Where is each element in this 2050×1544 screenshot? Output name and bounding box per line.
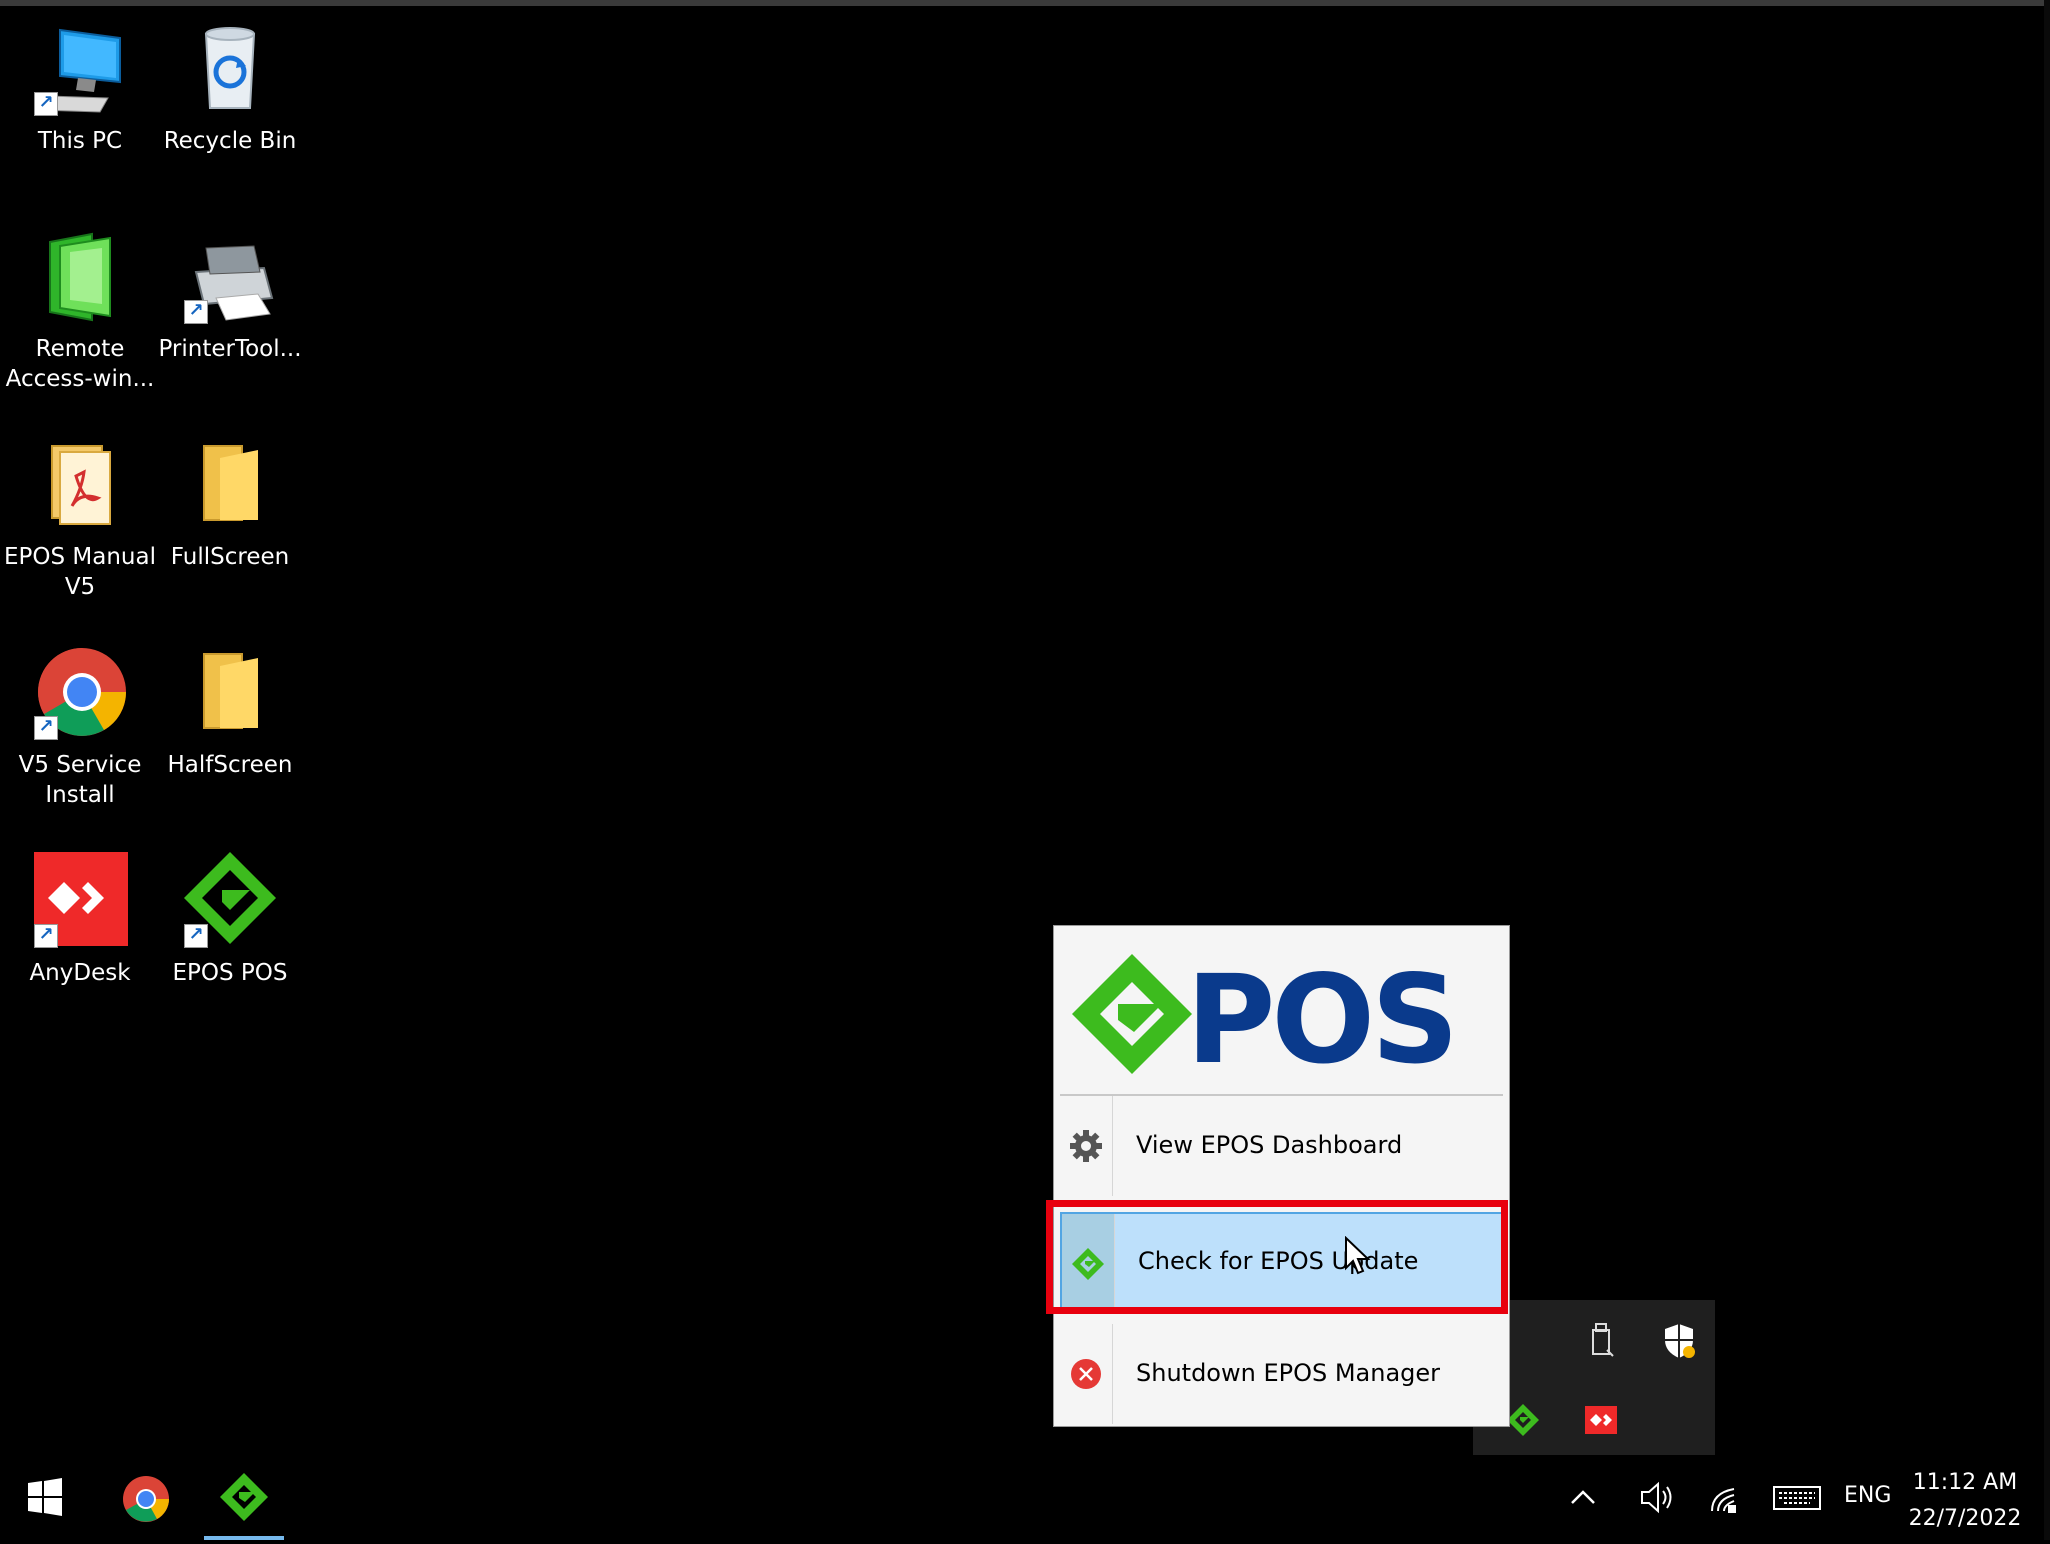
clock-time: 11:12 AM — [1912, 1470, 2018, 1495]
recycle-bin-icon — [180, 20, 280, 120]
shortcut-arrow-icon: ↗ — [34, 924, 58, 948]
folder-icon — [180, 436, 280, 536]
remote-access-icon — [30, 228, 130, 328]
epos-logo-icon: ↗ — [180, 852, 280, 952]
menu-item-shutdown-epos-manager[interactable]: Shutdown EPOS Manager — [1060, 1324, 1503, 1424]
taskbar-clock[interactable]: 11:12 AM 22/7/2022 — [1900, 1465, 2030, 1537]
window-right-border — [2044, 0, 2050, 1540]
taskbar-active-indicator — [204, 1536, 284, 1540]
epos-context-menu: POS View EPOS Dashboard Check for EPOS U… — [1053, 925, 1510, 1427]
desktop-icon-label: EPOS POS — [172, 960, 288, 986]
window-top-border — [0, 0, 2050, 6]
shortcut-arrow-icon: ↗ — [34, 716, 58, 740]
desktop-icon-label: Recycle Bin — [163, 128, 297, 154]
desktop-icon-epos-pos[interactable]: ↗ EPOS POS — [150, 852, 310, 988]
taskbar: ENG 11:12 AM 22/7/2022 — [0, 1455, 2044, 1540]
desktop-icon-label: EPOS Manual V5 — [4, 544, 156, 600]
pdf-file-icon — [30, 436, 130, 536]
shortcut-arrow-icon: ↗ — [184, 924, 208, 948]
desktop-icon-v5-service-install[interactable]: ↗ V5 Service Install — [0, 644, 160, 810]
desktop-icon-label: AnyDesk — [29, 960, 131, 986]
desktop-icon-fullscreen[interactable]: FullScreen — [150, 436, 310, 572]
close-circle-icon — [1068, 1354, 1104, 1394]
start-button[interactable] — [4, 1455, 84, 1540]
menu-item-label: View EPOS Dashboard — [1136, 1131, 1403, 1159]
this-pc-icon: ↗ — [30, 20, 130, 120]
usb-drive-icon[interactable] — [1579, 1318, 1623, 1362]
desktop-icon-label: V5 Service Install — [18, 752, 142, 808]
menu-item-label: Check for EPOS Update — [1138, 1247, 1419, 1275]
epos-brand-logo: POS — [1054, 926, 1509, 1094]
epos-logo-icon — [1070, 1244, 1106, 1284]
desktop-icon-label: HalfScreen — [167, 752, 293, 778]
taskbar-epos-button[interactable] — [204, 1455, 284, 1540]
desktop-icon-halfscreen[interactable]: HalfScreen — [150, 644, 310, 780]
desktop-icon-remote-access[interactable]: Remote Access-win... — [0, 228, 160, 394]
shortcut-arrow-icon: ↗ — [34, 92, 58, 116]
desktop-icon-recycle-bin[interactable]: Recycle Bin — [150, 20, 310, 156]
desktop-icon-label: PrinterTool... — [158, 336, 302, 362]
network-icon[interactable] — [1696, 1455, 1752, 1540]
touch-keyboard-icon[interactable] — [1766, 1455, 1828, 1540]
desktop-icon-label: Remote Access-win... — [5, 336, 155, 392]
security-shield-icon[interactable] — [1657, 1318, 1701, 1362]
desktop-icon-printertool[interactable]: ↗ PrinterTool... — [150, 228, 310, 364]
printer-icon: ↗ — [180, 228, 280, 328]
desktop-icon-label: FullScreen — [170, 544, 290, 570]
desktop-icon-label: This PC — [37, 128, 123, 154]
folder-icon — [180, 644, 280, 744]
menu-item-view-epos-dashboard[interactable]: View EPOS Dashboard — [1060, 1096, 1503, 1196]
clock-date: 22/7/2022 — [1908, 1506, 2022, 1531]
desktop-icon-epos-manual[interactable]: EPOS Manual V5 — [0, 436, 160, 602]
mouse-cursor-icon — [1344, 1235, 1372, 1276]
chrome-icon: ↗ — [30, 644, 130, 744]
input-language-indicator[interactable]: ENG — [1844, 1483, 1891, 1508]
menu-item-check-for-epos-update[interactable]: Check for EPOS Update — [1060, 1212, 1503, 1314]
epos-logo-text: POS — [1186, 949, 1455, 1091]
gear-icon — [1068, 1126, 1104, 1166]
desktop-icon-this-pc[interactable]: ↗ This PC — [0, 20, 160, 156]
anydesk-tray-icon[interactable] — [1579, 1398, 1623, 1442]
menu-item-label: Shutdown EPOS Manager — [1136, 1359, 1441, 1387]
taskbar-chrome-button[interactable] — [106, 1455, 186, 1540]
desktop-icon-anydesk[interactable]: ↗ AnyDesk — [0, 852, 160, 988]
show-hidden-icons-chevron-up-icon[interactable] — [1555, 1455, 1611, 1540]
volume-icon[interactable] — [1628, 1455, 1684, 1540]
shortcut-arrow-icon: ↗ — [184, 300, 208, 324]
anydesk-icon: ↗ — [30, 852, 130, 952]
